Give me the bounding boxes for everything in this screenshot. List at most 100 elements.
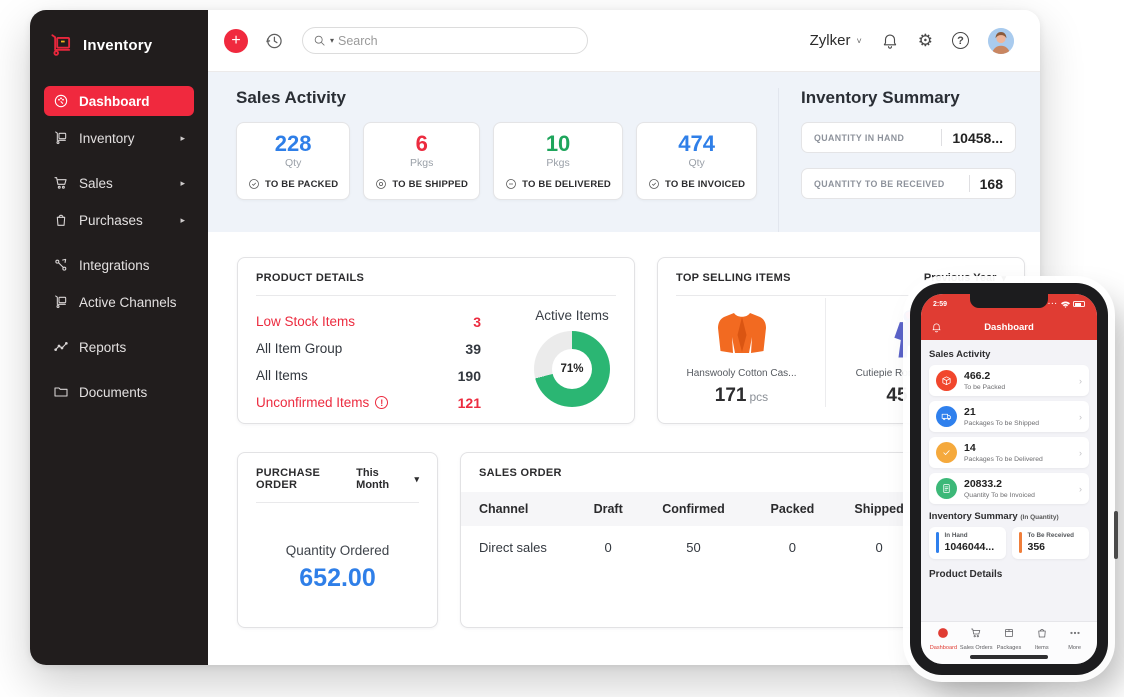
column-header-confirmed: Confirmed <box>635 492 752 526</box>
bell-icon <box>881 32 899 50</box>
divider <box>256 502 419 503</box>
row-value: 190 <box>457 367 481 384</box>
row-value: 121 <box>457 394 481 411</box>
search-box[interactable]: ▾ <box>302 27 588 54</box>
row-label: QUANTITY IN HAND <box>814 132 905 143</box>
plus-icon: + <box>231 31 241 49</box>
status-label: TO BE PACKED <box>265 178 339 190</box>
phone-tab-sales-orders[interactable]: Sales Orders <box>960 626 993 651</box>
row-label: Low Stock Items <box>256 314 356 329</box>
phone-to-be-received-stat[interactable]: To Be Received 356 <box>1012 527 1089 559</box>
integrations-icon <box>53 257 69 273</box>
search-input[interactable] <box>338 33 577 48</box>
user-avatar[interactable] <box>988 27 1014 54</box>
sidebar-item-documents[interactable]: Documents <box>44 377 194 407</box>
phone-tab-dashboard[interactable]: Dashboard <box>927 626 960 651</box>
phone-in-hand-stat[interactable]: In Hand 1046044... <box>929 527 1006 559</box>
sidebar-item-dashboard[interactable]: Dashboard <box>44 86 194 116</box>
card-value: 21 <box>964 406 976 419</box>
phone-tab-packages[interactable]: Packages <box>993 626 1026 651</box>
quick-create-button[interactable]: + <box>224 28 248 53</box>
quantity-ordered-label: Quantity Ordered <box>285 543 390 558</box>
sidebar-item-sales[interactable]: Sales ▸ <box>44 168 194 198</box>
column-header-packed: Packed <box>751 492 834 526</box>
tab-label: Dashboard <box>929 645 958 651</box>
sidebar-item-label: Sales <box>79 175 113 191</box>
quantity-to-be-received-row[interactable]: QUANTITY TO BE RECEIVED 168 <box>801 168 1016 199</box>
chevron-right-icon: › <box>1079 447 1082 458</box>
donut-percent-label: 71% <box>552 349 592 389</box>
sidebar-item-label: Reports <box>79 339 127 355</box>
stat-value: 1046044... <box>944 541 995 553</box>
to-be-packed-card[interactable]: 228 Qty TO BE PACKED <box>236 122 351 200</box>
dashboard-icon <box>53 93 69 109</box>
all-item-group-row[interactable]: All Item Group 39 <box>256 335 481 362</box>
org-selector[interactable]: Zylker ˅ <box>810 32 862 49</box>
sales-order-title: SALES ORDER <box>479 467 562 479</box>
tab-label: More <box>1068 645 1081 651</box>
check-circle-icon <box>649 179 659 190</box>
channels-icon <box>53 294 69 310</box>
row-label: Unconfirmed Items <box>256 395 370 410</box>
sales-activity-section: Sales Activity 228 Qty TO BE PACKED 6 Pk… <box>236 88 769 232</box>
notifications-button[interactable] <box>881 32 899 50</box>
help-icon: ? <box>952 32 969 49</box>
active-items-label: Active Items <box>535 308 609 323</box>
sales-order-card: SALES ORDER Channel Draft Confirmed Pack… <box>460 452 926 628</box>
chevron-right-icon: › <box>1079 375 1082 386</box>
product-unit: pcs <box>749 390 769 404</box>
sidebar-item-label: Purchases <box>79 212 143 228</box>
sidebar-nav: Dashboard Inventory ▸ Sales ▸ Purchases … <box>44 86 194 407</box>
sidebar-item-integrations[interactable]: Integrations <box>44 250 194 280</box>
top-selling-item[interactable]: Hanswooly Cotton Cas... 171 pcs <box>658 298 826 407</box>
phone-tab-more[interactable]: More <box>1058 626 1091 651</box>
sidebar-item-inventory[interactable]: Inventory ▸ <box>44 123 194 153</box>
phone-inventory-summary-title: Inventory Summary <box>929 511 1018 522</box>
recent-history-button[interactable] <box>264 31 284 51</box>
unit-label: Pkgs <box>546 157 570 170</box>
purchase-order-filter-dropdown[interactable]: This Month ▾ <box>356 467 419 491</box>
sidebar-item-reports[interactable]: Reports <box>44 332 194 362</box>
unit-label: Qty <box>284 157 302 170</box>
to-be-delivered-card[interactable]: 10 Pkgs TO BE DELIVERED <box>493 122 623 200</box>
phone-to-be-shipped-card[interactable]: 21 Packages To be Shipped › <box>929 401 1089 432</box>
settings-button[interactable]: ⚙ <box>918 32 933 49</box>
phone-tab-items[interactable]: Items <box>1025 626 1058 651</box>
phone-to-be-delivered-card[interactable]: 14 Packages To be Delivered › <box>929 437 1089 468</box>
phone-notch <box>970 294 1048 308</box>
table-row[interactable]: Direct sales 0 50 0 0 <box>461 526 925 568</box>
tab-label: Sales Orders <box>959 645 993 651</box>
status-label: TO BE SHIPPED <box>392 178 469 190</box>
phone-to-be-packed-card[interactable]: 466.2 To be Packed › <box>929 365 1089 396</box>
quantity-ordered-value: 652.00 <box>299 564 376 592</box>
card-label: Packages To be Shipped <box>964 419 1040 427</box>
search-scope-caret-icon[interactable]: ▾ <box>330 36 334 45</box>
to-be-shipped-value: 6 <box>415 131 428 156</box>
row-value: 3 <box>473 313 481 330</box>
to-be-packed-value: 228 <box>274 131 312 156</box>
to-be-delivered-value: 10 <box>545 131 571 156</box>
truck-icon <box>936 406 957 427</box>
low-stock-items-row[interactable]: Low Stock Items 3 <box>256 308 481 335</box>
to-be-invoiced-card[interactable]: 474 Qty TO BE INVOICED <box>636 122 758 200</box>
wifi-icon <box>1061 301 1070 308</box>
unconfirmed-items-row[interactable]: Unconfirmed Items ! 121 <box>256 389 481 416</box>
unit-label: Pkgs <box>410 157 434 170</box>
phone-time: 2:59 <box>933 300 948 308</box>
sidebar-item-active-channels[interactable]: Active Channels <box>44 287 194 317</box>
bell-icon[interactable] <box>931 322 942 333</box>
to-be-shipped-card[interactable]: 6 Pkgs TO BE SHIPPED <box>363 122 481 200</box>
sidebar-item-purchases[interactable]: Purchases ▸ <box>44 205 194 235</box>
more-dots-icon <box>1070 631 1080 635</box>
stat-label: In Hand <box>944 532 968 539</box>
phone-to-be-invoiced-card[interactable]: 20833.2 Quantity To be Invoiced › <box>929 473 1089 504</box>
dashboard-icon <box>938 628 949 638</box>
top-selling-items-title: TOP SELLING ITEMS <box>676 272 791 284</box>
check-circle-icon <box>249 179 259 190</box>
org-name: Zylker <box>809 32 851 49</box>
all-items-row[interactable]: All Items 190 <box>256 362 481 389</box>
quantity-in-hand-row[interactable]: QUANTITY IN HAND 10458... <box>801 122 1016 153</box>
chevron-right-icon: ▸ <box>180 177 185 188</box>
home-indicator[interactable] <box>970 655 1048 659</box>
help-button[interactable]: ? <box>952 32 969 49</box>
